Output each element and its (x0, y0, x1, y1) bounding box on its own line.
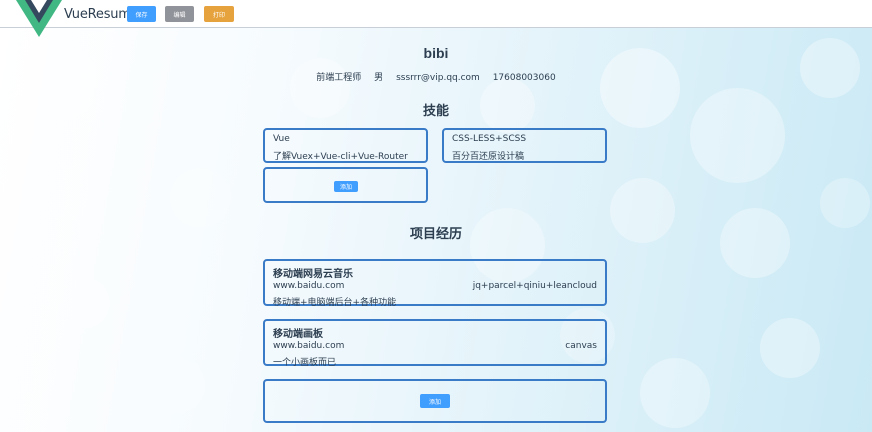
add-project-button[interactable]: 添加 (420, 394, 450, 408)
project-card[interactable]: 移动端网易云音乐 www.baidu.com jq+parcel+qiniu+l… (263, 259, 607, 308)
skill-desc: 百分百还原设计稿 (452, 152, 525, 162)
project-tech: jq+parcel+qiniu+leancloud (472, 281, 597, 291)
project-url: www.baidu.com (273, 341, 345, 351)
project-tech: canvas (565, 341, 597, 351)
resume-canvas: bibi 前端工程师 男 sssrrr@vip.qq.com 176080030… (0, 28, 872, 432)
top-toolbar: VueResume 保存 编辑 打印 (0, 0, 872, 37)
projects-title: 项目经历 (409, 227, 462, 242)
skill-card[interactable]: Vue 了解Vuex+Vue-cli+Vue-Router (263, 128, 428, 163)
skill-desc: 了解Vuex+Vue-cli+Vue-Router (273, 152, 408, 162)
profile-gender: 男 (374, 73, 384, 83)
project-name: 移动端网易云音乐 (273, 269, 353, 280)
skill-name: Vue (273, 134, 290, 144)
save-button[interactable]: 保存 (127, 6, 156, 22)
vue-logo-icon (16, 0, 62, 37)
project-name: 移动端画板 (273, 329, 323, 340)
project-desc: 一个小画板而已 (273, 358, 337, 368)
project-url: www.baidu.com (273, 281, 345, 291)
profile-job: 前端工程师 (316, 73, 362, 83)
profile-phone: 17608003060 (492, 73, 556, 83)
skill-add-card: 添加 (263, 167, 428, 203)
skill-card[interactable]: CSS-LESS+SCSS 百分百还原设计稿 (442, 128, 607, 163)
add-skill-button[interactable]: 添加 (334, 181, 358, 192)
project-card[interactable]: 移动端画板 www.baidu.com canvas 一个小画板而已 (263, 319, 607, 368)
skill-name: CSS-LESS+SCSS (452, 134, 527, 144)
resume-content: bibi 前端工程师 男 sssrrr@vip.qq.com 176080030… (0, 28, 872, 432)
print-button[interactable]: 打印 (204, 6, 234, 22)
project-desc: 移动端+电脑端后台+各种功能 (273, 298, 397, 308)
edit-button[interactable]: 编辑 (165, 6, 194, 22)
profile-name: bibi (423, 45, 449, 61)
skills-title: 技能 (422, 104, 449, 119)
project-add-card: 添加 (263, 379, 607, 423)
profile-email: sssrrr@vip.qq.com (396, 73, 480, 83)
profile-info: 前端工程师 男 sssrrr@vip.qq.com 17608003060 (0, 70, 872, 83)
